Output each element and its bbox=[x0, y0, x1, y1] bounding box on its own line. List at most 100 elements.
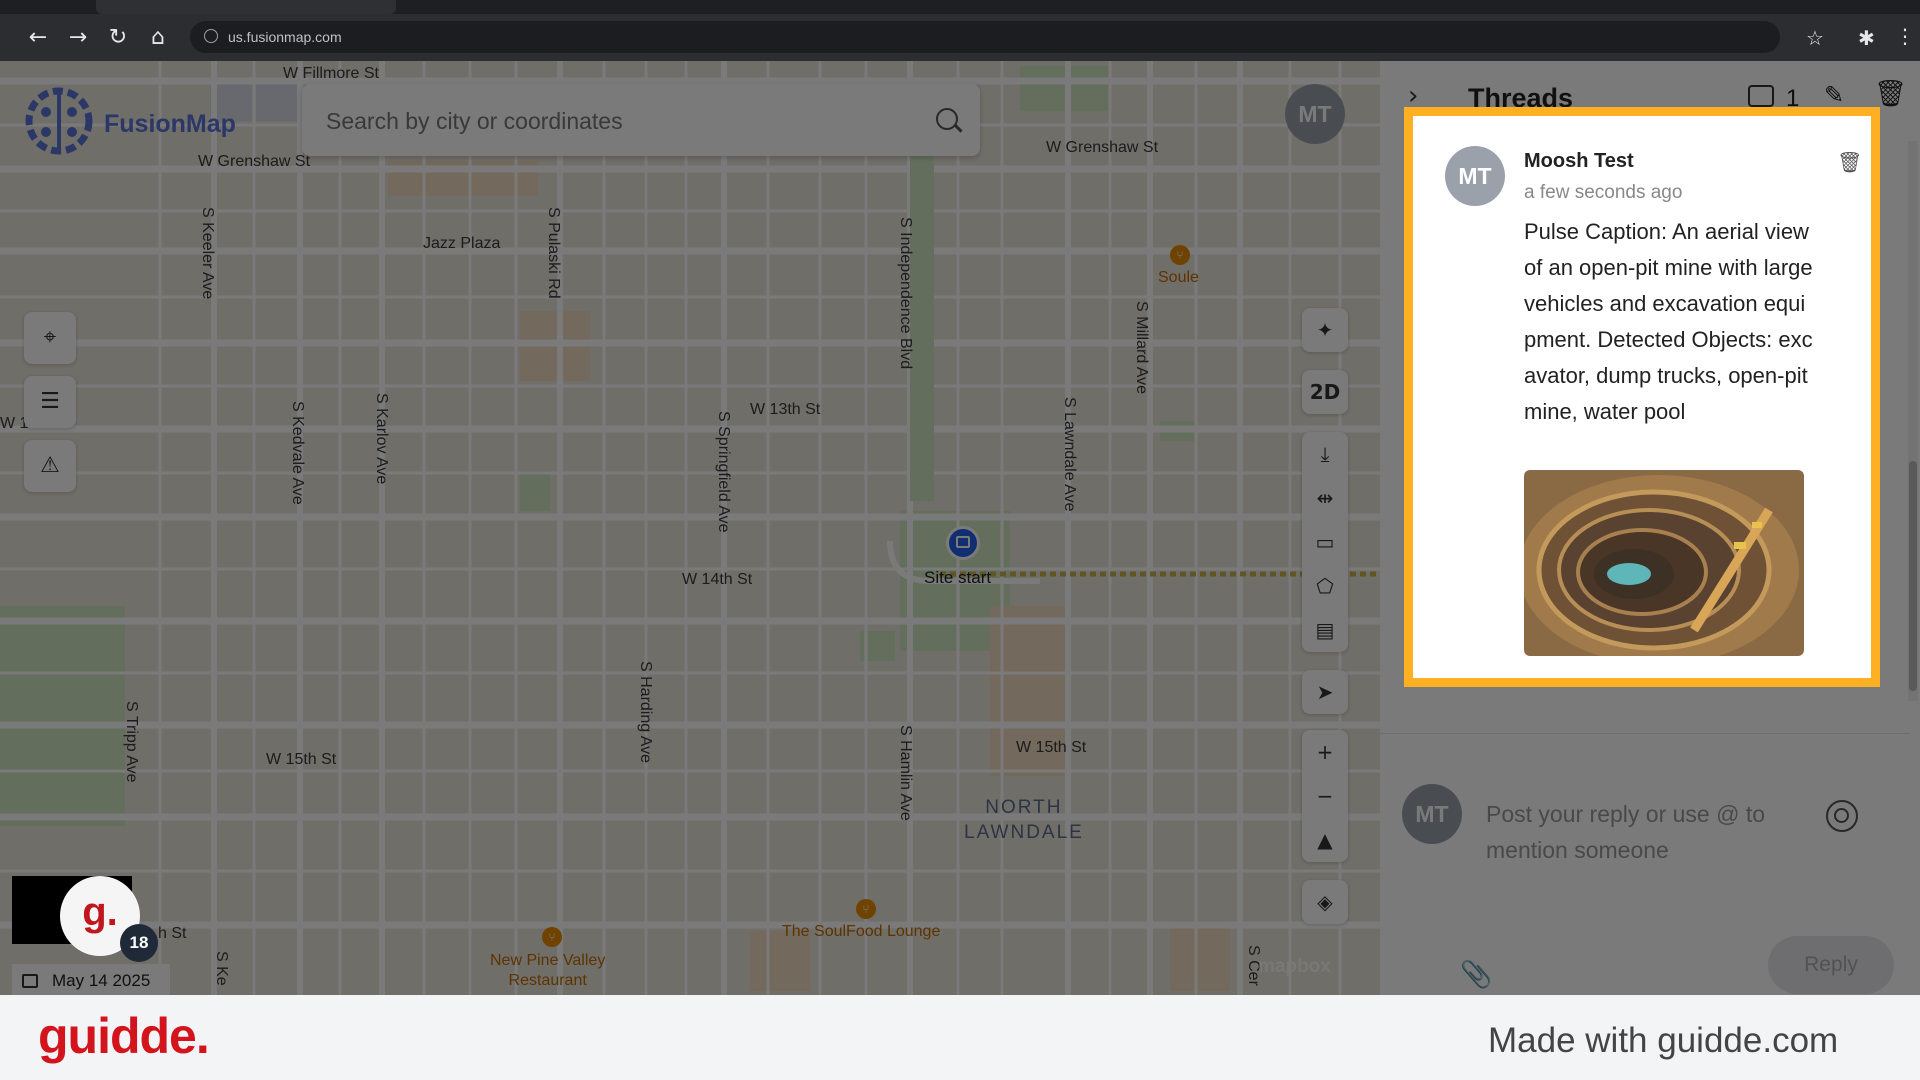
measure-toolset: ⤓ ⇹ ▭ ⬠ ▤ bbox=[1302, 432, 1348, 652]
kebab-menu-icon[interactable]: ⋮ bbox=[1895, 24, 1915, 48]
locate-tool[interactable]: ➤ bbox=[1302, 670, 1348, 714]
notification-badge: 18 bbox=[120, 924, 158, 962]
street-label: S Hamlin Ave bbox=[897, 725, 914, 821]
thread-card-highlighted: MT Moosh Test a few seconds ago 🗑 Pulse … bbox=[1404, 107, 1880, 687]
url-text: us.fusionmap.com bbox=[228, 29, 342, 45]
browser-tab-strip bbox=[0, 0, 1920, 14]
compare-icon[interactable]: ⇹ bbox=[1302, 476, 1348, 520]
date-text: May 14 2025 bbox=[52, 971, 151, 990]
street-label: S Harding Ave bbox=[637, 661, 654, 763]
globe-icon bbox=[204, 29, 218, 43]
street-label: W Grenshaw St bbox=[1046, 139, 1159, 156]
area-label-line: LAWNDALE bbox=[964, 822, 1084, 843]
ai-analyze-tool[interactable]: ✦ bbox=[1302, 308, 1348, 352]
delete-comment-icon[interactable]: 🗑 bbox=[1837, 150, 1862, 174]
restaurant-icon: ⑂ bbox=[1170, 245, 1190, 265]
download-icon[interactable]: ⤓ bbox=[1302, 432, 1348, 476]
reply-avatar: MT bbox=[1402, 784, 1462, 844]
street-label: S Lawndale Ave bbox=[1061, 397, 1078, 512]
street-label: W Fillmore St bbox=[283, 65, 379, 82]
sparkle-analyze-icon[interactable]: ✦ bbox=[1302, 308, 1348, 352]
open-pit-mine-image[interactable] bbox=[1524, 470, 1804, 656]
map-roads bbox=[0, 61, 1380, 995]
scan-icon[interactable]: ⌖ bbox=[24, 312, 76, 364]
place-soule: Soule bbox=[1158, 269, 1199, 286]
navigate-arrow-icon[interactable]: ➤ bbox=[1302, 670, 1348, 714]
street-label: W 13th St bbox=[750, 401, 821, 418]
panel-scrollbar[interactable] bbox=[1908, 141, 1918, 701]
scrollbar-thumb[interactable] bbox=[1909, 461, 1917, 691]
user-avatar[interactable]: MT bbox=[1285, 84, 1345, 144]
edit-icon[interactable]: ✎ bbox=[1824, 81, 1844, 109]
street-label: S Ke bbox=[213, 951, 230, 986]
layers-icon[interactable]: ◈ bbox=[1302, 880, 1348, 924]
map-canvas[interactable]: W Fillmore St W Grenshaw St W Grenshaw S… bbox=[0, 61, 1380, 995]
divider bbox=[1380, 733, 1910, 734]
attachment-icon[interactable]: 📎 bbox=[1460, 960, 1492, 990]
browser-tab[interactable] bbox=[96, 0, 396, 14]
thread-body: Pulse Caption: An aerial view of an open… bbox=[1524, 219, 1813, 424]
search-input[interactable]: Search by city or coordinates bbox=[326, 108, 623, 135]
street-label: S Karlov Ave bbox=[373, 393, 390, 485]
ruler-icon[interactable]: ▭ bbox=[1302, 520, 1348, 564]
address-bar[interactable]: us.fusionmap.com bbox=[190, 21, 1780, 53]
street-label: W 15th St bbox=[266, 751, 337, 768]
brand-name: FusionMap bbox=[104, 110, 236, 138]
street-label: W 15th St bbox=[1016, 739, 1087, 756]
thread-author: Moosh Test bbox=[1524, 150, 1634, 172]
reply-button[interactable]: Reply bbox=[1768, 936, 1894, 994]
browser-toolbar: ← → ↻ ⌂ us.fusionmap.com ☆ ✱ ⋮ bbox=[0, 14, 1920, 61]
map-search-box[interactable]: Search by city or coordinates bbox=[302, 84, 980, 156]
place-newpine: New Pine Valley Restaurant bbox=[490, 951, 605, 991]
forward-arrow-icon[interactable]: → bbox=[64, 24, 92, 52]
list-icon[interactable]: ☰ bbox=[24, 376, 76, 428]
site-start-label: Site start bbox=[924, 568, 992, 587]
star-icon[interactable]: ☆ bbox=[1806, 26, 1824, 50]
restaurant-icon: ⑂ bbox=[856, 899, 876, 919]
brain-logo-icon bbox=[25, 87, 93, 155]
2d-toggle-button[interactable]: 2D bbox=[1302, 370, 1348, 414]
made-with-text[interactable]: Made with guidde.com bbox=[1488, 1021, 1838, 1061]
back-arrow-icon[interactable]: ← bbox=[24, 24, 52, 52]
zoom-in-icon[interactable]: + bbox=[1302, 730, 1348, 774]
place-soulfood: The SoulFood Lounge bbox=[782, 923, 941, 940]
place-newpine-line: New Pine Valley bbox=[490, 952, 606, 969]
warning-icon[interactable]: ⚠ bbox=[24, 440, 76, 492]
layers-tool[interactable]: ◈ bbox=[1302, 880, 1348, 924]
guidde-footer: guidde. Made with guidde.com bbox=[0, 995, 1920, 1080]
street-label: S Tripp Ave bbox=[123, 701, 140, 783]
street-label: S Kedvale Ave bbox=[289, 401, 306, 505]
guidde-logo[interactable]: guidde. bbox=[38, 1007, 210, 1065]
area-label: NORTH LAWNDALE bbox=[964, 795, 1084, 845]
calendar-icon bbox=[22, 974, 38, 988]
street-label: S Millard Ave bbox=[1133, 301, 1150, 395]
trash-icon[interactable]: 🗑 bbox=[1874, 79, 1907, 109]
street-label: S Pulaski Rd bbox=[545, 207, 562, 299]
reply-input[interactable]: Post your reply or use @ to mention some… bbox=[1486, 796, 1806, 868]
zoom-out-icon[interactable]: − bbox=[1302, 774, 1348, 818]
search-icon[interactable] bbox=[936, 108, 958, 130]
street-label: S Independence Blvd bbox=[897, 217, 914, 370]
place-jazz-plaza: Jazz Plaza bbox=[423, 235, 501, 252]
street-label: h St bbox=[158, 925, 187, 942]
date-badge[interactable]: May 14 2025 bbox=[12, 964, 170, 996]
area-label-line: NORTH bbox=[985, 797, 1063, 818]
street-label: S Keeler Ave bbox=[199, 207, 216, 300]
site-marker-icon[interactable] bbox=[946, 526, 980, 560]
comment-icon[interactable] bbox=[1748, 85, 1774, 107]
mapbox-attribution[interactable]: mapbox bbox=[1258, 956, 1331, 978]
place-newpine-line: Restaurant bbox=[508, 972, 587, 989]
street-label: S Springfield Ave bbox=[715, 411, 732, 533]
view-mode-tool[interactable]: 2D bbox=[1302, 370, 1348, 414]
chart-icon[interactable]: ▤ bbox=[1302, 608, 1348, 652]
home-icon[interactable]: ⌂ bbox=[144, 24, 172, 52]
extensions-icon[interactable]: ✱ bbox=[1858, 26, 1875, 50]
ai-assist-icon[interactable] bbox=[1826, 800, 1858, 832]
polygon-icon[interactable]: ⬠ bbox=[1302, 564, 1348, 608]
compass-icon[interactable]: ▲ bbox=[1302, 818, 1348, 862]
thread-timestamp: a few seconds ago bbox=[1524, 182, 1683, 203]
street-label: W Grenshaw St bbox=[198, 153, 311, 170]
zoom-controls: + − ▲ bbox=[1302, 730, 1348, 862]
thread-author-avatar: MT bbox=[1445, 146, 1505, 206]
reload-icon[interactable]: ↻ bbox=[104, 24, 132, 52]
